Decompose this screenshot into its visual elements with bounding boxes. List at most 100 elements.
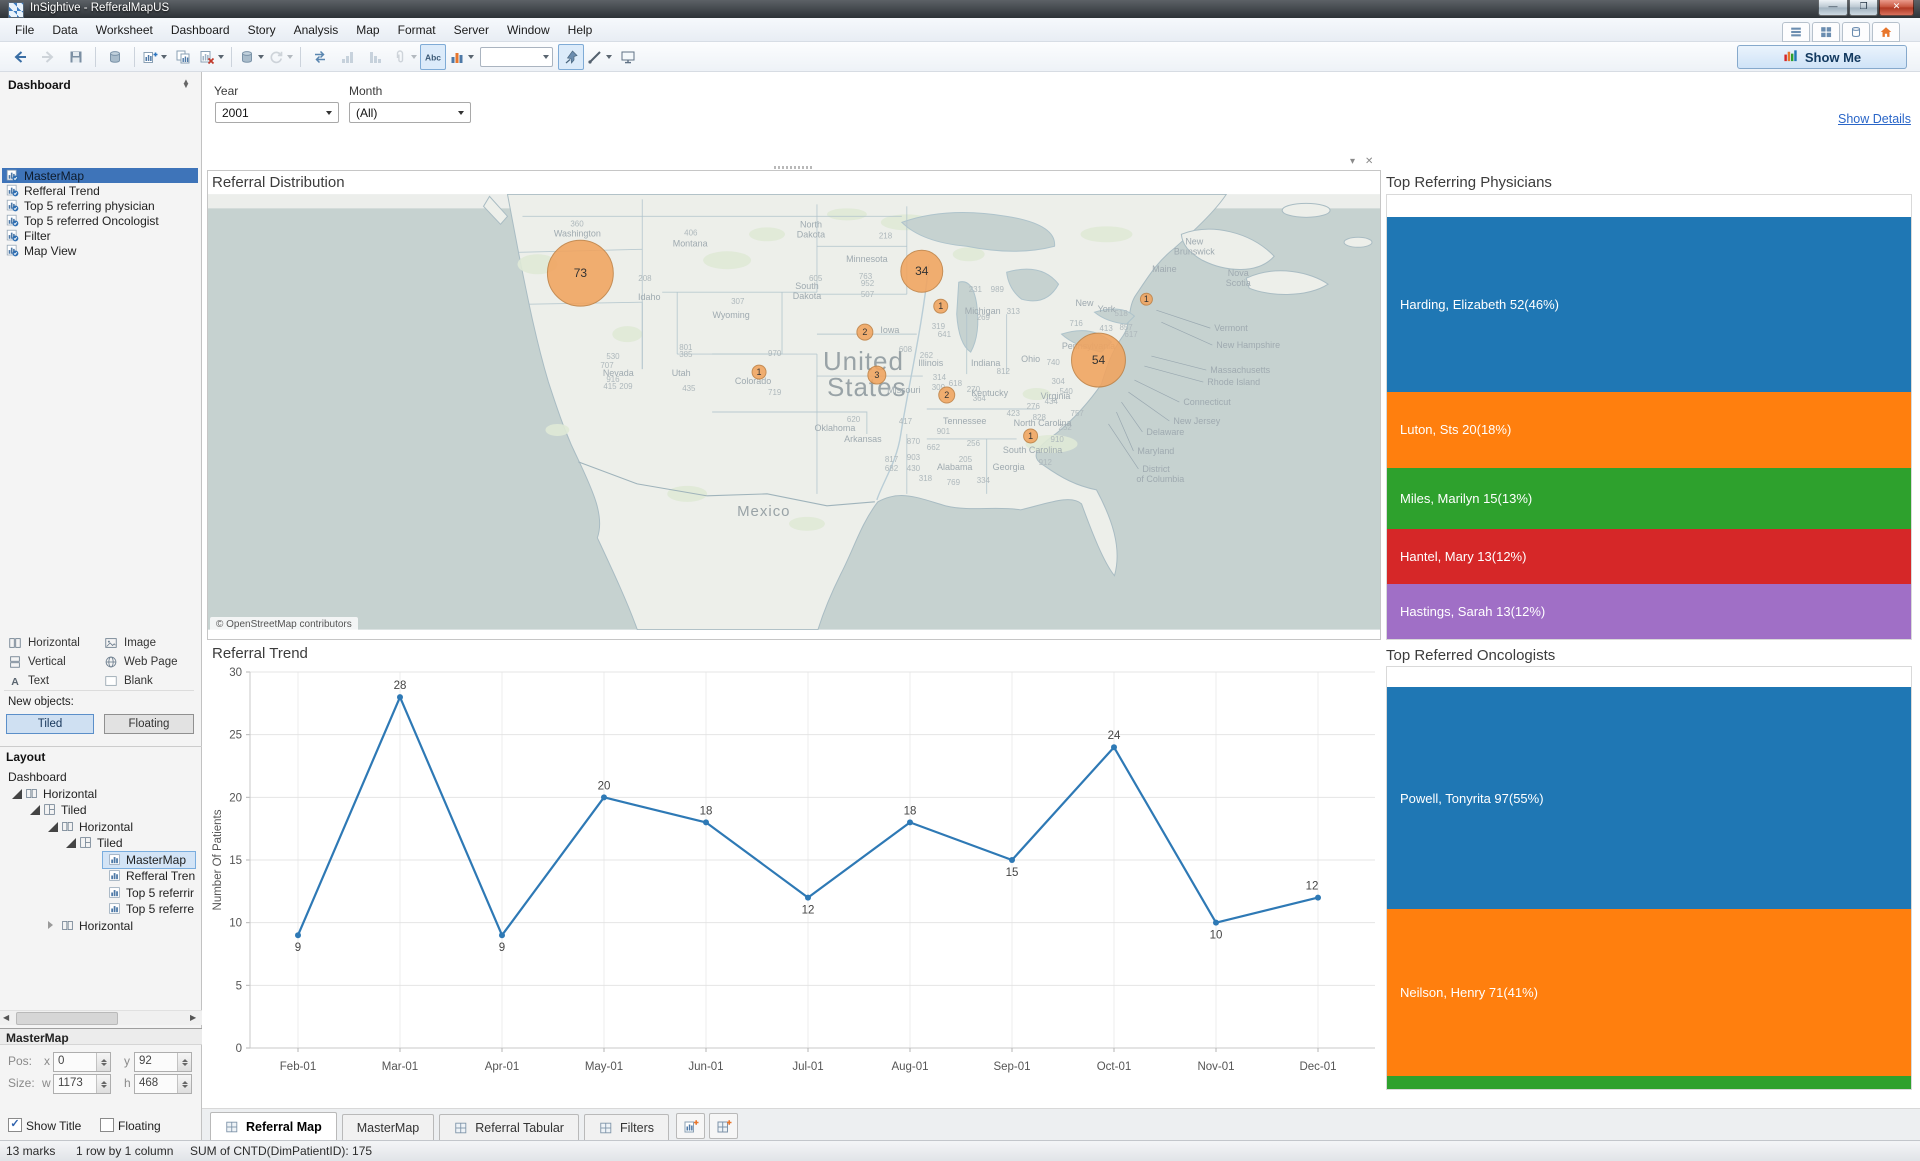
sidebar-horizontal-scrollbar[interactable]: ◀ ▶: [0, 1010, 202, 1025]
group-button[interactable]: [391, 44, 418, 70]
referral-map[interactable]: UnitedStatesMexico3604062182083077639525…: [208, 194, 1380, 630]
sidebar-item-map-view[interactable]: Map View: [2, 243, 198, 258]
trend-point[interactable]: [397, 694, 403, 700]
layout-tree-item-horizontal[interactable]: Horizontal: [0, 819, 202, 835]
tree-expand-icon[interactable]: [66, 838, 76, 848]
trend-point[interactable]: [1213, 920, 1219, 926]
panel-close-icon[interactable]: ✕: [1365, 156, 1373, 167]
panel-menu-icon[interactable]: ▾: [1350, 156, 1355, 167]
object-vertical[interactable]: Vertical: [8, 653, 100, 670]
referral-trend-chart[interactable]: 051015202530Number Of Patients9289201812…: [207, 640, 1381, 1105]
save-button[interactable]: [63, 44, 89, 70]
bar-segment-unlabeled[interactable]: [1387, 1076, 1911, 1089]
line-button[interactable]: [586, 44, 613, 70]
trend-point[interactable]: [499, 932, 505, 938]
h-field[interactable]: 468: [134, 1074, 192, 1094]
duplicate-button[interactable]: [170, 44, 196, 70]
scroll-right-icon[interactable]: ▶: [190, 1013, 196, 1022]
trend-point[interactable]: [703, 819, 709, 825]
scrollbar-thumb[interactable]: [16, 1012, 118, 1025]
bar-segment-hantel-mary[interactable]: Hantel, Mary 13(12%): [1387, 529, 1911, 584]
layout-tree-item-mastermap[interactable]: MasterMap: [0, 852, 202, 868]
sort-desc-button[interactable]: [363, 44, 389, 70]
object-image[interactable]: Image: [104, 634, 196, 651]
floating-checkbox[interactable]: [100, 1118, 114, 1132]
menu-analysis[interactable]: Analysis: [285, 20, 348, 40]
layout-tree-item-dashboard[interactable]: Dashboard: [0, 769, 202, 785]
show-details-link[interactable]: Show Details: [1838, 112, 1911, 126]
object-blank[interactable]: Blank: [104, 672, 196, 689]
tree-expand-icon[interactable]: [30, 805, 40, 815]
scroll-left-icon[interactable]: ◀: [3, 1013, 9, 1022]
tree-expand-icon[interactable]: [48, 822, 58, 832]
layout-tree-item-horizontal[interactable]: Horizontal: [0, 918, 202, 934]
home-view-button[interactable]: [1872, 22, 1900, 42]
rows-view-button[interactable]: [1782, 22, 1810, 42]
bar-segment-hastings-sarah[interactable]: Hastings, Sarah 13(12%): [1387, 584, 1911, 639]
layout-tree-item-top-5-referre[interactable]: Top 5 referre: [0, 901, 202, 917]
bar-segment-powell-tonyrita[interactable]: Powell, Tonyrita 97(55%): [1387, 687, 1911, 909]
abc-button[interactable]: Abc: [420, 44, 446, 70]
tab-mastermap[interactable]: MasterMap: [342, 1114, 435, 1140]
sidebar-item-top-5-referred-oncologist[interactable]: Top 5 referred Oncologist: [2, 213, 198, 228]
menu-data[interactable]: Data: [43, 20, 86, 40]
object-web[interactable]: Web Page: [104, 653, 196, 670]
object-horizontal[interactable]: Horizontal: [8, 634, 100, 651]
new-worksheet-button[interactable]: [141, 44, 168, 70]
menu-help[interactable]: Help: [559, 20, 602, 40]
show-me-button[interactable]: Show Me: [1737, 45, 1907, 69]
show-title-checkbox[interactable]: ✓: [8, 1118, 22, 1132]
bar-segment-miles-marilyn[interactable]: Miles, Marilyn 15(13%): [1387, 468, 1911, 529]
x-field[interactable]: 0: [53, 1052, 111, 1072]
tiled-button[interactable]: Tiled: [6, 714, 94, 734]
clear-sheet-button[interactable]: [198, 44, 225, 70]
maximize-button[interactable]: ❐: [1849, 0, 1878, 16]
object-text[interactable]: AText: [8, 672, 100, 689]
menu-format[interactable]: Format: [389, 20, 445, 40]
sidebar-item-top-5-referring-physician[interactable]: Top 5 referring physician: [2, 198, 198, 213]
bar-segment-neilson-henry[interactable]: Neilson, Henry 71(41%): [1387, 909, 1911, 1076]
trend-point[interactable]: [601, 794, 607, 800]
layout-tree-item-refferal-tren[interactable]: Refferal Tren: [0, 868, 202, 884]
menu-map[interactable]: Map: [347, 20, 388, 40]
fit-selector-dropdown[interactable]: [480, 47, 553, 67]
layout-tree-item-tiled[interactable]: Tiled: [0, 802, 202, 818]
new-dashboard-tab-button[interactable]: [709, 1113, 738, 1139]
tab-referral-map[interactable]: Referral Map: [210, 1112, 337, 1140]
new-worksheet-tab-button[interactable]: [676, 1113, 705, 1139]
w-stepper[interactable]: [96, 1075, 110, 1093]
month-filter-dropdown[interactable]: (All): [349, 102, 471, 123]
datasource-button[interactable]: [102, 44, 128, 70]
bar-segment-luton-sts[interactable]: Luton, Sts 20(18%): [1387, 392, 1911, 468]
tree-collapse-icon[interactable]: [48, 921, 53, 929]
trend-point[interactable]: [907, 819, 913, 825]
title-bar[interactable]: InSightive - RefferalMapUS — ❐ ✕: [0, 0, 1920, 18]
trend-point[interactable]: [295, 932, 301, 938]
back-button[interactable]: [7, 44, 33, 70]
tab-referral-tabular[interactable]: Referral Tabular: [439, 1114, 579, 1140]
menu-file[interactable]: File: [6, 20, 43, 40]
pin-button[interactable]: [558, 44, 584, 70]
trend-point[interactable]: [1315, 895, 1321, 901]
grid-view-button[interactable]: [1812, 22, 1840, 42]
layout-tree-item-top-5-referrir[interactable]: Top 5 referrir: [0, 885, 202, 901]
y-stepper[interactable]: [177, 1053, 191, 1071]
sidebar-item-refferal-trend[interactable]: Refferal Trend: [2, 183, 198, 198]
panel-drag-grip[interactable]: [774, 166, 814, 169]
present-button[interactable]: [615, 44, 641, 70]
w-field[interactable]: 1173: [53, 1074, 111, 1094]
tree-expand-icon[interactable]: [12, 789, 22, 799]
minimize-button[interactable]: —: [1818, 0, 1848, 16]
trend-point[interactable]: [1009, 857, 1015, 863]
menu-window[interactable]: Window: [498, 20, 559, 40]
sidebar-item-filter[interactable]: Filter: [2, 228, 198, 243]
menu-story[interactable]: Story: [239, 20, 285, 40]
layout-tree-item-tiled[interactable]: Tiled: [0, 835, 202, 851]
floating-button[interactable]: Floating: [104, 714, 194, 734]
chart-button[interactable]: [448, 44, 475, 70]
trend-point[interactable]: [1111, 744, 1117, 750]
layout-tree-item-horizontal[interactable]: Horizontal: [0, 786, 202, 802]
sort-asc-button[interactable]: [335, 44, 361, 70]
menu-server[interactable]: Server: [445, 20, 498, 40]
menu-worksheet[interactable]: Worksheet: [87, 20, 162, 40]
